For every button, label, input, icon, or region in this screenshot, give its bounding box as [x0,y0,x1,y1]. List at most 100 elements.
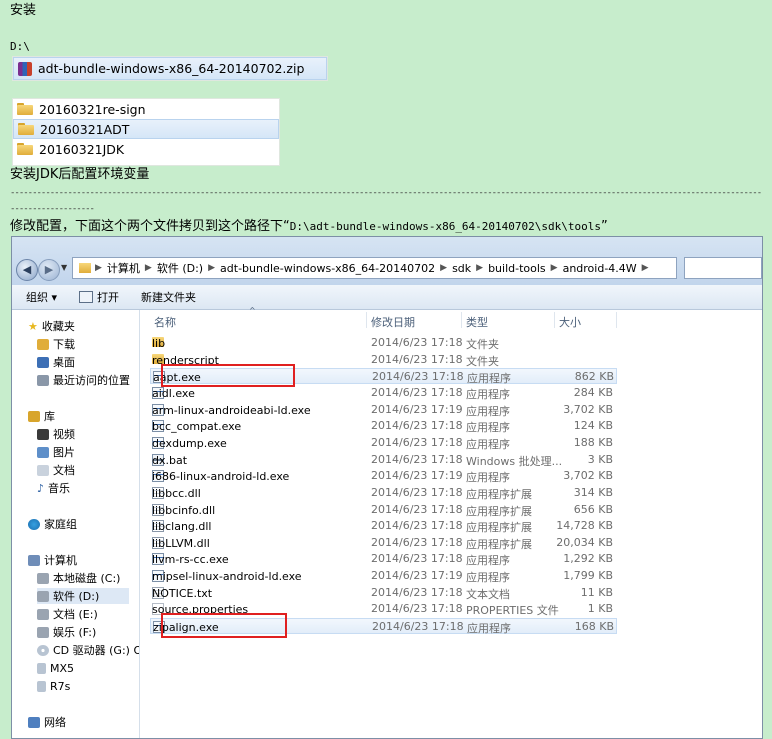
nav-label: 网络 [44,716,66,729]
nav-label: 软件 (D:) [53,590,100,603]
file-row[interactable]: aidl.exe 2014/6/23 17:18 应用程序 284 KB [150,385,617,401]
file-row[interactable]: libLLVM.dll 2014/6/23 17:18 应用程序扩展 20,034 K… [150,535,617,551]
column-header-modified[interactable]: 修改日期 [371,314,415,330]
nav-drive-selected[interactable]: 软件 (D:) [37,588,130,604]
nav-device[interactable]: MX5 [37,660,74,676]
breadcrumb-item[interactable]: build-tools [488,262,546,275]
file-row[interactable]: dexdump.exe 2014/6/23 17:18 应用程序 188 KB [150,435,617,451]
column-divider[interactable] [461,312,462,328]
nav-desktop[interactable]: 桌面 [37,354,75,370]
search-input[interactable] [684,257,762,279]
file-row[interactable]: dx.bat 2014/6/23 17:18 Windows 批处理... 3 KB [150,452,617,468]
file-date: 2014/6/23 17:18 [371,419,463,433]
file-row[interactable]: libbcc.dll 2014/6/23 17:18 应用程序扩展 314 KB [150,485,617,501]
column-header-size[interactable]: 大小 [559,314,581,330]
breadcrumb-item[interactable]: android-4.4W [563,262,637,275]
file-name: lib [152,337,166,350]
file-date: 2014/6/23 17:18 [371,585,463,599]
file-date: 2014/6/23 17:19 [371,569,463,583]
organize-button[interactable]: 组织 ▾ [26,289,57,305]
breadcrumb-item[interactable]: 计算机 [107,260,140,276]
file-row[interactable]: mipsel-linux-android-ld.exe 2014/6/23 17:… [150,568,617,584]
file-name: libLLVM.dll [152,536,210,550]
breadcrumb-item[interactable]: 软件 (D:) [157,260,203,276]
nav-recent[interactable]: 最近访问的位置 [37,372,130,388]
zip-file-row[interactable]: adt-bundle-windows-x86_64-20140702.zip [13,57,327,80]
column-divider[interactable] [554,312,555,328]
file-size: 3 KB [587,452,613,466]
nav-documents[interactable]: 文档 [37,462,75,478]
install-heading: 安装 [10,3,37,18]
file-date: 2014/6/23 17:18 [372,620,464,634]
nav-network[interactable]: 网络 [28,714,66,730]
file-row[interactable]: lib 2014/6/23 17:18 文件夹 [150,335,617,351]
star-icon: ★ [28,319,38,333]
address-breadcrumb[interactable]: ▶ 计算机 ▶ 软件 (D:) ▶ adt-bundle-windows-x86… [72,257,677,279]
file-size: 1 KB [587,602,613,616]
file-name: i686-linux-android-ld.exe [152,470,290,484]
nav-label: 文档 [53,464,75,477]
network-icon [28,716,40,728]
file-type: 应用程序扩展 [466,504,532,518]
folder-row[interactable]: 20160321ADT [13,119,279,139]
nav-favorites[interactable]: ★ 收藏夹 [28,318,75,334]
column-header-type[interactable]: 类型 [466,314,488,330]
file-row[interactable]: i686-linux-android-ld.exe 2014/6/23 17:19… [150,468,617,484]
explorer-window: ◀ ▶ ▼ ▶ 计算机 ▶ 软件 (D:) ▶ adt-bundle-windo… [11,236,763,739]
file-name: aidl.exe [152,386,195,400]
file-row[interactable]: libclang.dll 2014/6/23 17:18 应用程序扩展 14,728 … [150,518,617,534]
file-row[interactable]: NOTICE.txt 2014/6/23 17:18 文本文档 11 KB [150,585,617,601]
file-row[interactable]: llvm-rs-cc.exe 2014/6/23 17:18 应用程序 1,292 K… [150,551,617,567]
breadcrumb-item[interactable]: adt-bundle-windows-x86_64-20140702 [220,262,435,275]
nav-libraries[interactable]: 库 [28,408,55,424]
file-list: 名称 ^ 修改日期 类型 大小 lib 2014/6/23 17:18 文件夹 ren… [150,306,762,738]
file-type: 应用程序 [466,437,510,451]
forward-button[interactable]: ▶ [38,259,60,281]
file-name: arm-linux-androideabi-ld.exe [152,403,311,417]
folder-row[interactable]: 20160321re-sign [13,99,279,119]
nav-cd-drive[interactable]: CD 驱动器 (G:) OPP [37,642,139,658]
nav-computer[interactable]: 计算机 [28,552,77,568]
breadcrumb-item[interactable]: sdk [452,262,471,275]
music-note-icon: ♪ [37,481,45,495]
nav-label: 最近访问的位置 [53,374,130,387]
column-header-name[interactable]: 名称 [154,314,176,330]
file-row[interactable]: bcc_compat.exe 2014/6/23 17:18 应用程序 124 KB [150,418,617,434]
back-button[interactable]: ◀ [16,259,38,281]
open-button[interactable]: 打开 [79,289,119,305]
forward-arrow-icon: ▶ [44,263,54,276]
copy-instruction-prefix: 修改配置，下面这个两个文件拷贝到这个路径下“ [10,219,290,234]
nav-videos[interactable]: 视频 [37,426,75,442]
file-size: 314 KB [573,485,613,499]
phone-icon [37,662,46,674]
nav-pictures[interactable]: 图片 [37,444,75,460]
nav-downloads[interactable]: 下载 [37,336,75,352]
file-size: 284 KB [573,385,613,399]
drive-icon [37,572,49,584]
folder-name: 20160321ADT [40,121,130,137]
nav-drive[interactable]: 本地磁盘 (C:) [37,570,120,586]
computer-icon [28,554,40,566]
new-folder-button[interactable]: 新建文件夹 [141,289,196,305]
file-date: 2014/6/23 17:19 [371,469,463,483]
nav-label: CD 驱动器 (G:) OPP [53,644,139,657]
file-row[interactable]: arm-linux-androideabi-ld.exe 2014/6/23 17… [150,402,617,418]
file-row[interactable]: libbcinfo.dll 2014/6/23 17:18 应用程序扩展 656 KB [150,502,617,518]
nav-label: 娱乐 (F:) [53,626,97,639]
nav-homegroup[interactable]: 家庭组 [28,516,77,532]
chevron-right-icon: ▶ [440,263,448,273]
column-divider[interactable] [616,312,617,328]
folder-row[interactable]: 20160321JDK [13,139,279,159]
folder-name: 20160321re-sign [39,101,146,117]
nav-drive[interactable]: 文档 (E:) [37,606,98,622]
file-size: 1,292 KB [563,552,613,566]
copy-instruction: 修改配置，下面这个两个文件拷贝到这个路径下“ D:\adt-bundle-wind… [10,219,608,235]
nav-device[interactable]: R7s [37,678,70,694]
nav-label: 收藏夹 [41,320,75,333]
nav-music[interactable]: ♪ 音乐 [37,480,70,496]
file-size: 3,702 KB [563,469,613,483]
file-type: 应用程序扩展 [466,537,532,551]
column-divider[interactable] [366,312,367,328]
nav-drive[interactable]: 娱乐 (F:) [37,624,96,640]
history-dropdown-icon[interactable]: ▼ [61,263,67,272]
